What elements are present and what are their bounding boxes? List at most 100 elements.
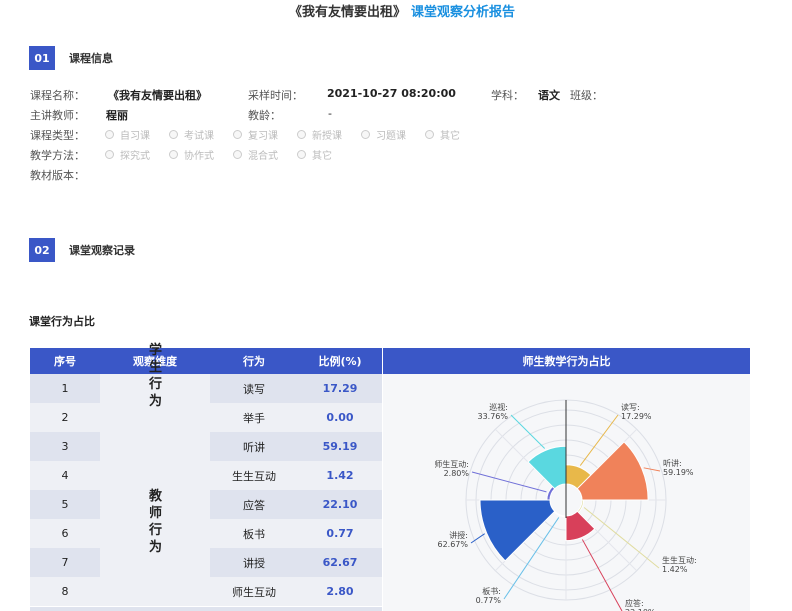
rose-slice — [576, 499, 585, 514]
radio-icon — [425, 130, 434, 139]
slice-label-name: 生生互动: — [662, 555, 697, 565]
label-leader — [643, 467, 661, 472]
table-row: 5 应答 22.10 — [30, 490, 382, 519]
slice-label-name: 应答: — [625, 598, 644, 608]
behavior-table: 序号 观察维度 行为 比例(%) 1 读写 17.29 2 举手 0.00 3 听讲 59.… — [30, 348, 382, 606]
course-type-label: 课程类型： — [30, 129, 85, 142]
row-ratio: 22.10 — [298, 490, 382, 519]
teacher-label: 主讲教师： — [30, 109, 85, 122]
column-header-behavior: 行为 — [210, 348, 298, 374]
row-behavior: 举手 — [210, 403, 298, 432]
row-no: 2 — [30, 403, 100, 432]
slice-label-name: 听讲: — [663, 458, 682, 468]
teacher-value: 程丽 — [106, 109, 128, 122]
row-ratio: 59.19 — [298, 432, 382, 461]
section-number: 02 — [29, 238, 55, 262]
radio-icon — [105, 150, 114, 159]
table-row: 6 板书 0.77 — [30, 519, 382, 548]
teaching-method-label: 教学方法： — [30, 149, 85, 162]
teaching-method-option[interactable]: 协作式 — [169, 147, 214, 162]
dimension-teacher: 教师行为 — [149, 489, 163, 555]
radio-icon — [169, 150, 178, 159]
radio-icon — [297, 150, 306, 159]
teaching-method-option[interactable]: 混合式 — [233, 147, 278, 162]
subject-value: 语文 — [538, 89, 560, 102]
dimension-cell — [100, 577, 210, 606]
label-leader — [470, 533, 485, 544]
row-ratio: 17.29 — [298, 374, 382, 403]
rose-slice — [576, 441, 649, 501]
dimension-student: 学生行为 — [149, 343, 163, 409]
teaching-method-option[interactable]: 探究式 — [105, 147, 150, 162]
course-type-option[interactable]: 新授课 — [297, 127, 342, 142]
course-type-option[interactable]: 复习课 — [233, 127, 278, 142]
dimension-cell — [100, 432, 210, 461]
radio-icon — [169, 130, 178, 139]
table-row: 1 读写 17.29 — [30, 374, 382, 403]
row-behavior: 听讲 — [210, 432, 298, 461]
section-observation: 02 课堂观察记录 — [29, 237, 135, 263]
row-ratio: 0.77 — [298, 519, 382, 548]
textbook-label: 教材版本： — [30, 169, 85, 182]
section-course-info: 01 课程信息 — [29, 45, 113, 71]
slice-label-name: 巡视: — [489, 402, 508, 412]
row-behavior: 板书 — [210, 519, 298, 548]
course-type-option[interactable]: 习题课 — [361, 127, 406, 142]
chart-header: 师生教学行为占比 — [383, 348, 750, 374]
info-row-teacher: 主讲教师： 程丽 教龄： - — [30, 107, 770, 123]
radio-icon — [233, 150, 242, 159]
row-behavior: 生生互动 — [210, 461, 298, 490]
info-row-method: 教学方法： 探究式 协作式 混合式 其它 — [30, 147, 770, 163]
slice-label-value: 0.77% — [476, 596, 502, 605]
column-header-ratio: 比例(%) — [298, 348, 382, 374]
section-number: 01 — [29, 46, 55, 70]
info-row-course-type: 课程类型： 自习课 考试课 复习课 新授课 习题课 其它 — [30, 127, 770, 143]
report-title: 课堂观察分析报告 — [411, 5, 516, 20]
row-ratio: 0.00 — [298, 403, 382, 432]
row-behavior: 应答 — [210, 490, 298, 519]
slice-label-value: 2.80% — [444, 469, 470, 478]
radio-icon — [233, 130, 242, 139]
slice-label-name: 板书: — [482, 586, 501, 596]
row-no: 1 — [30, 374, 100, 403]
behavior-ratio-title: 课堂行为占比 — [29, 315, 95, 328]
table-row-partial — [30, 607, 382, 611]
section-title: 课程信息 — [69, 52, 113, 65]
row-ratio: 1.42 — [298, 461, 382, 490]
column-header-no: 序号 — [30, 348, 100, 374]
table-row: 3 听讲 59.19 — [30, 432, 382, 461]
row-no: 5 — [30, 490, 100, 519]
table-row: 4 生生互动 1.42 — [30, 461, 382, 490]
slice-label-name: 读写: — [621, 402, 640, 412]
course-type-option[interactable]: 其它 — [425, 127, 460, 142]
slice-label-value: 62.67% — [437, 540, 468, 549]
radio-icon — [105, 130, 114, 139]
rose-slice — [565, 510, 596, 542]
table-row: 2 举手 0.00 — [30, 403, 382, 432]
row-no: 8 — [30, 577, 100, 606]
rose-chart: 读写:17.29%听讲:59.19%生生互动:1.42%应答:22.10%板书:… — [434, 399, 697, 611]
slice-label-value: 59.19% — [663, 468, 694, 477]
report-header: 《我有友情要出租》 课堂观察分析报告 — [0, 0, 792, 22]
rose-slice — [479, 499, 556, 562]
behavior-table-wrap: 序号 观察维度 行为 比例(%) 1 读写 17.29 2 举手 0.00 3 听讲 59.… — [30, 348, 382, 606]
row-no: 4 — [30, 461, 100, 490]
slice-label-value: 17.29% — [621, 412, 652, 421]
teaching-method-option[interactable]: 其它 — [297, 147, 332, 162]
row-no: 6 — [30, 519, 100, 548]
course-type-option[interactable]: 自习课 — [105, 127, 150, 142]
table-row: 7 讲授 62.67 — [30, 548, 382, 577]
section-title: 课堂观察记录 — [69, 244, 135, 257]
course-type-option[interactable]: 考试课 — [169, 127, 214, 142]
row-behavior: 读写 — [210, 374, 298, 403]
info-row-textbook: 教材版本： — [30, 167, 230, 183]
course-title: 《我有友情要出租》 — [289, 5, 407, 20]
slice-label-name: 师生互动: — [434, 459, 469, 469]
chart-panel: 师生教学行为占比 读写: 17.29% 听讲: 59.19% 生生互动: 1.42% 应答:… — [383, 348, 750, 611]
course-name-value: 《我有友情要出租》 — [108, 89, 207, 102]
teaching-age-value: - — [328, 107, 332, 120]
slice-label-value: 33.76% — [477, 412, 508, 421]
rose-slice — [546, 485, 556, 501]
row-no: 7 — [30, 548, 100, 577]
subject-label: 学科： — [491, 89, 524, 102]
